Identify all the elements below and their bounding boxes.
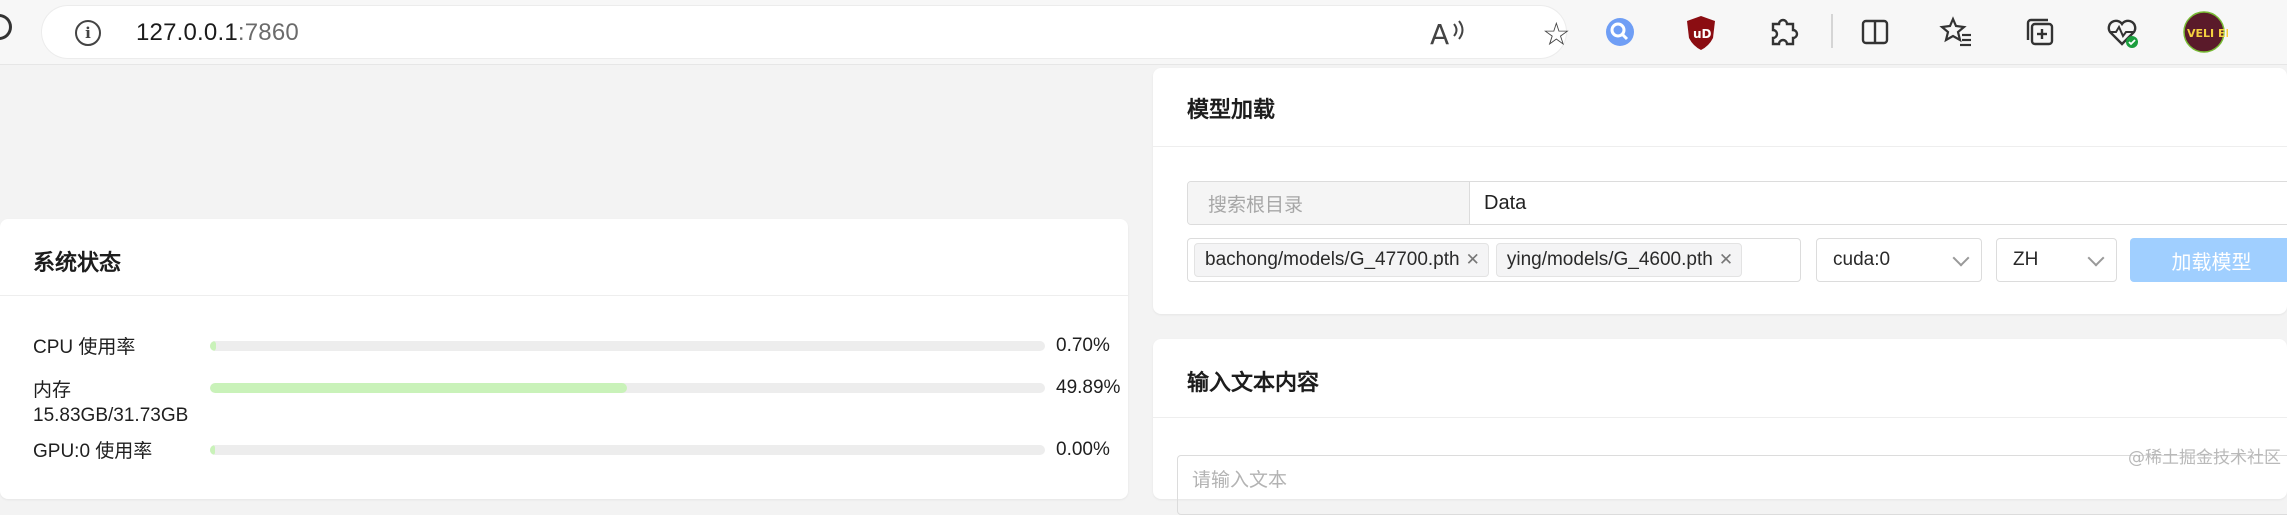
text-input-area[interactable]: 请输入文本 bbox=[1177, 455, 2287, 515]
svg-text:A: A bbox=[1430, 18, 1449, 48]
model-multi-select[interactable]: bachong/models/G_47700.pth ✕ ying/models… bbox=[1187, 238, 1801, 282]
gpu-usage-progress bbox=[210, 445, 1045, 455]
root-dir-search-label[interactable]: 搜索根目录 bbox=[1188, 182, 1470, 224]
profile-avatar-icon[interactable]: VELI EN bbox=[2180, 8, 2235, 56]
chevron-down-icon bbox=[1952, 249, 1970, 267]
favorites-icon[interactable] bbox=[1933, 8, 1981, 56]
search-extension-icon[interactable] bbox=[1596, 8, 1644, 56]
card-divider bbox=[1153, 146, 2287, 147]
toolbar-separator bbox=[1831, 14, 1833, 48]
read-aloud-icon[interactable]: A bbox=[1430, 18, 1470, 51]
model-tag: ying/models/G_4600.pth ✕ bbox=[1495, 243, 1743, 277]
url-port: :7860 bbox=[237, 19, 299, 46]
gpu-usage-label: GPU:0 使用率 bbox=[33, 441, 153, 462]
reload-icon[interactable] bbox=[0, 14, 12, 40]
language-select-value: ZH bbox=[2013, 249, 2039, 270]
gpu-usage-value: 0.00% bbox=[1056, 439, 1110, 460]
url-host: 127.0.0.1 bbox=[136, 19, 238, 46]
device-select-value: cuda:0 bbox=[1833, 249, 1891, 270]
url-text[interactable]: 127.0.0.1:7860 bbox=[136, 20, 299, 46]
address-bar[interactable]: i 127.0.0.1:7860 A ☆ bbox=[42, 6, 1571, 58]
gpu-usage-fill bbox=[210, 445, 215, 455]
split-screen-icon[interactable] bbox=[1851, 8, 1899, 56]
model-tag-label: ying/models/G_4600.pth bbox=[1506, 249, 1713, 270]
model-load-title: 模型加载 bbox=[1187, 97, 1276, 122]
memory-value: 49.89% bbox=[1056, 377, 1121, 398]
text-input-title: 输入文本内容 bbox=[1187, 370, 1320, 395]
root-dir-input[interactable] bbox=[1470, 182, 2287, 224]
collections-icon[interactable] bbox=[2016, 8, 2064, 56]
cpu-usage-value: 0.70% bbox=[1056, 335, 1110, 356]
remove-tag-icon[interactable]: ✕ bbox=[1466, 250, 1480, 270]
card-divider bbox=[0, 295, 1128, 296]
cpu-usage-label: CPU 使用率 bbox=[33, 337, 136, 358]
model-tag: bachong/models/G_47700.pth ✕ bbox=[1194, 243, 1489, 277]
site-info-icon[interactable]: i bbox=[75, 20, 101, 46]
chevron-down-icon bbox=[2087, 249, 2105, 267]
cpu-usage-progress bbox=[210, 341, 1045, 351]
add-favorite-star-icon[interactable]: ☆ bbox=[1542, 15, 1571, 53]
memory-usage-detail: 15.83GB/31.73GB bbox=[33, 405, 189, 426]
device-select[interactable]: cuda:0 bbox=[1816, 238, 1982, 282]
cpu-usage-fill bbox=[210, 341, 216, 351]
ublock-label: uD bbox=[1693, 27, 1712, 41]
model-load-card: 模型加载 搜索根目录 bachong/models/G_47700.pth ✕ … bbox=[1153, 68, 2287, 314]
remove-tag-icon[interactable]: ✕ bbox=[1719, 250, 1733, 270]
memory-progress bbox=[210, 383, 1045, 393]
memory-fill bbox=[210, 383, 627, 393]
model-tag-label: bachong/models/G_47700.pth bbox=[1205, 249, 1460, 270]
root-dir-input-group: 搜索根目录 bbox=[1187, 181, 2287, 225]
browser-toolbar: i 127.0.0.1:7860 A ☆ uD VELI E bbox=[0, 0, 2287, 65]
system-status-title: 系统状态 bbox=[33, 250, 122, 275]
card-divider bbox=[1153, 417, 2287, 418]
browser-essentials-icon[interactable] bbox=[2098, 8, 2146, 56]
memory-label: 内存 bbox=[33, 380, 72, 401]
avatar-label: VELI EN bbox=[2187, 27, 2228, 40]
ublock-icon[interactable]: uD bbox=[1677, 8, 1725, 56]
system-status-card: 系统状态 CPU 使用率 0.70% 内存 49.89% 15.83GB/31.… bbox=[0, 219, 1128, 499]
watermark: @稀土掘金技术社区 bbox=[2128, 448, 2281, 468]
text-input-card: 输入文本内容 请输入文本 bbox=[1153, 339, 2287, 515]
language-select[interactable]: ZH bbox=[1996, 238, 2117, 282]
load-model-button[interactable]: 加载模型 bbox=[2130, 238, 2287, 282]
extensions-puzzle-icon[interactable] bbox=[1759, 8, 1807, 56]
